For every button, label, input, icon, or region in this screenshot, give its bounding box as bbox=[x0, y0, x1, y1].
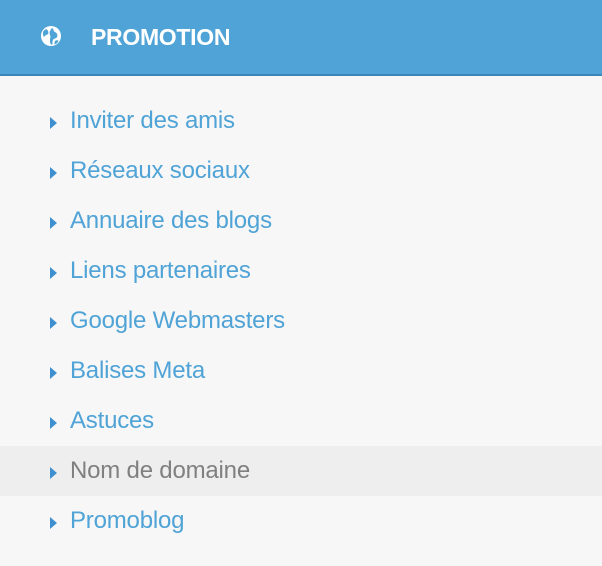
caret-right-icon bbox=[50, 367, 57, 379]
menu-item-astuces[interactable]: Astuces bbox=[0, 396, 602, 446]
menu-item-label[interactable]: Nom de domaine bbox=[70, 457, 250, 485]
menu-item-promoblog[interactable]: Promoblog bbox=[0, 496, 602, 546]
caret-right-icon bbox=[50, 417, 57, 429]
menu-item-label[interactable]: Réseaux sociaux bbox=[70, 157, 250, 185]
menu-item-nom-de-domaine[interactable]: Nom de domaine bbox=[0, 446, 602, 496]
menu-item-reseaux-sociaux[interactable]: Réseaux sociaux bbox=[0, 146, 602, 196]
caret-right-icon bbox=[50, 267, 57, 279]
menu-item-label[interactable]: Google Webmasters bbox=[70, 307, 285, 335]
caret-right-icon bbox=[50, 117, 57, 129]
menu-item-label[interactable]: Inviter des amis bbox=[70, 107, 235, 135]
menu-item-label[interactable]: Balises Meta bbox=[70, 357, 205, 385]
menu-item-annuaire-des-blogs[interactable]: Annuaire des blogs bbox=[0, 196, 602, 246]
panel-header: PROMOTION bbox=[0, 0, 602, 76]
caret-right-icon bbox=[50, 317, 57, 329]
menu-item-label[interactable]: Liens partenaires bbox=[70, 257, 251, 285]
promotion-panel: PROMOTION Inviter des amis Réseaux socia… bbox=[0, 0, 602, 566]
globe-icon bbox=[40, 25, 62, 47]
menu-item-inviter-des-amis[interactable]: Inviter des amis bbox=[0, 96, 602, 146]
caret-right-icon bbox=[50, 217, 57, 229]
menu-item-label[interactable]: Astuces bbox=[70, 407, 154, 435]
caret-right-icon bbox=[50, 517, 57, 529]
menu-item-balises-meta[interactable]: Balises Meta bbox=[0, 346, 602, 396]
caret-right-icon bbox=[50, 167, 57, 179]
promotion-menu: Inviter des amis Réseaux sociaux Annuair… bbox=[0, 76, 602, 546]
panel-title: PROMOTION bbox=[91, 23, 231, 50]
menu-item-label[interactable]: Annuaire des blogs bbox=[70, 207, 272, 235]
caret-right-icon bbox=[50, 467, 57, 479]
menu-item-liens-partenaires[interactable]: Liens partenaires bbox=[0, 246, 602, 296]
menu-item-label[interactable]: Promoblog bbox=[70, 507, 184, 535]
menu-item-google-webmasters[interactable]: Google Webmasters bbox=[0, 296, 602, 346]
